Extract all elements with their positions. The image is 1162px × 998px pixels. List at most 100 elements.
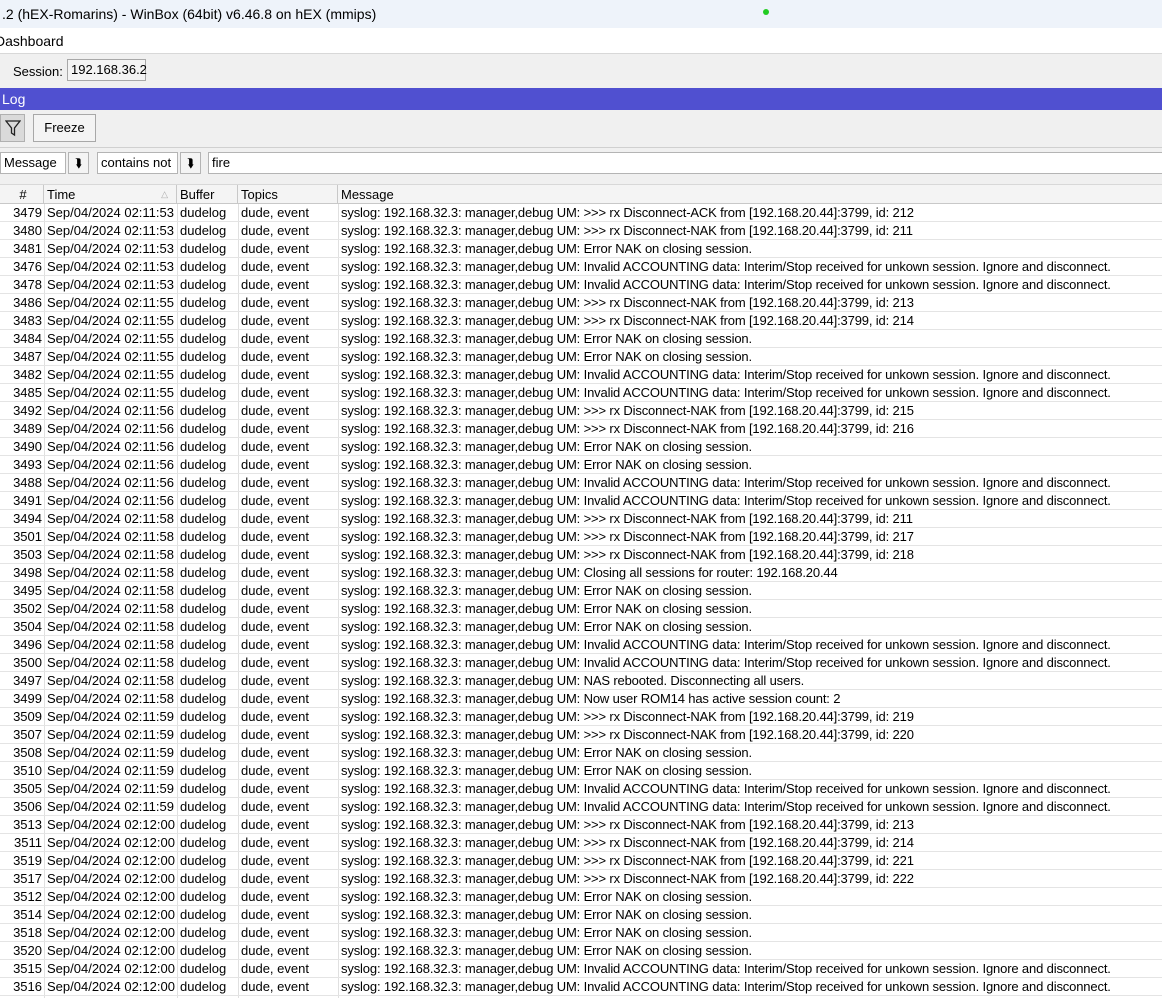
cell-message: syslog: 192.168.32.3: manager,debug UM: … bbox=[341, 961, 1111, 976]
filter-value-input[interactable]: fire bbox=[208, 152, 1162, 174]
table-row[interactable]: 3491 Sep/04/2024 02:11:56 dudelog dude, eve… bbox=[0, 492, 1162, 510]
cell-topics: dude, event bbox=[241, 493, 309, 508]
table-row[interactable]: 3518 Sep/04/2024 02:12:00 dudelog dude, eve… bbox=[0, 924, 1162, 942]
column-header-number[interactable]: # bbox=[0, 185, 44, 204]
column-header-time-label: Time bbox=[47, 187, 76, 202]
table-row[interactable]: 3505 Sep/04/2024 02:11:59 dudelog dude, eve… bbox=[0, 780, 1162, 798]
cell-buffer: dudelog bbox=[180, 691, 227, 706]
cell-buffer: dudelog bbox=[180, 277, 227, 292]
log-window-title: Log bbox=[0, 88, 1162, 110]
table-row[interactable]: 3489 Sep/04/2024 02:11:56 dudelog dude, eve… bbox=[0, 420, 1162, 438]
table-row[interactable]: 3476 Sep/04/2024 02:11:53 dudelog dude, eve… bbox=[0, 258, 1162, 276]
cell-topics: dude, event bbox=[241, 781, 309, 796]
filter-operator-select[interactable]: contains not bbox=[97, 152, 178, 174]
table-row[interactable]: 3483 Sep/04/2024 02:11:55 dudelog dude, eve… bbox=[0, 312, 1162, 330]
table-row[interactable]: 3507 Sep/04/2024 02:11:59 dudelog dude, eve… bbox=[0, 726, 1162, 744]
cell-time: Sep/04/2024 02:11:58 bbox=[47, 655, 174, 670]
table-row[interactable]: 3486 Sep/04/2024 02:11:55 dudelog dude, eve… bbox=[0, 294, 1162, 312]
cell-topics: dude, event bbox=[241, 259, 309, 274]
table-row[interactable]: 3481 Sep/04/2024 02:11:53 dudelog dude, eve… bbox=[0, 240, 1162, 258]
cell-message: syslog: 192.168.32.3: manager,debug UM: … bbox=[341, 403, 914, 418]
filter-operator-dropdown-icon[interactable]: ⮯ bbox=[180, 152, 201, 174]
table-row[interactable]: 3499 Sep/04/2024 02:11:58 dudelog dude, eve… bbox=[0, 690, 1162, 708]
cell-buffer: dudelog bbox=[180, 961, 227, 976]
cell-number: 3505 bbox=[13, 781, 42, 796]
cell-topics: dude, event bbox=[241, 619, 309, 634]
cell-time: Sep/04/2024 02:11:53 bbox=[47, 259, 174, 274]
table-row[interactable]: 3493 Sep/04/2024 02:11:56 dudelog dude, eve… bbox=[0, 456, 1162, 474]
session-field[interactable]: 192.168.36.2 bbox=[67, 59, 147, 81]
cell-number: 3483 bbox=[13, 313, 42, 328]
filter-field-dropdown-icon[interactable]: ⮯ bbox=[68, 152, 89, 174]
cell-message: syslog: 192.168.32.3: manager,debug UM: … bbox=[341, 637, 1111, 652]
table-row[interactable]: 3492 Sep/04/2024 02:11:56 dudelog dude, eve… bbox=[0, 402, 1162, 420]
cell-message: syslog: 192.168.32.3: manager,debug UM: … bbox=[341, 511, 913, 526]
table-row[interactable]: 3490 Sep/04/2024 02:11:56 dudelog dude, eve… bbox=[0, 438, 1162, 456]
column-header-buffer[interactable]: Buffer bbox=[177, 185, 238, 204]
table-row[interactable]: 3517 Sep/04/2024 02:12:00 dudelog dude, eve… bbox=[0, 870, 1162, 888]
cell-number: 3491 bbox=[13, 493, 42, 508]
table-row[interactable]: 3506 Sep/04/2024 02:11:59 dudelog dude, eve… bbox=[0, 798, 1162, 816]
table-row[interactable]: 3498 Sep/04/2024 02:11:58 dudelog dude, eve… bbox=[0, 564, 1162, 582]
cell-buffer: dudelog bbox=[180, 907, 227, 922]
table-row[interactable]: 3484 Sep/04/2024 02:11:55 dudelog dude, eve… bbox=[0, 330, 1162, 348]
table-row[interactable]: 3513 Sep/04/2024 02:12:00 dudelog dude, eve… bbox=[0, 816, 1162, 834]
cell-buffer: dudelog bbox=[180, 367, 227, 382]
cell-topics: dude, event bbox=[241, 871, 309, 886]
cell-topics: dude, event bbox=[241, 547, 309, 562]
table-row[interactable]: 3478 Sep/04/2024 02:11:53 dudelog dude, eve… bbox=[0, 276, 1162, 294]
cell-buffer: dudelog bbox=[180, 853, 227, 868]
cell-time: Sep/04/2024 02:11:59 bbox=[47, 781, 174, 796]
table-row[interactable]: 3512 Sep/04/2024 02:12:00 dudelog dude, eve… bbox=[0, 888, 1162, 906]
cell-topics: dude, event bbox=[241, 961, 309, 976]
table-row[interactable]: 3500 Sep/04/2024 02:11:58 dudelog dude, eve… bbox=[0, 654, 1162, 672]
cell-message: syslog: 192.168.32.3: manager,debug UM: … bbox=[341, 241, 752, 256]
table-row[interactable]: 3487 Sep/04/2024 02:11:55 dudelog dude, eve… bbox=[0, 348, 1162, 366]
table-row[interactable]: 3514 Sep/04/2024 02:12:00 dudelog dude, eve… bbox=[0, 906, 1162, 924]
table-row[interactable]: 3504 Sep/04/2024 02:11:58 dudelog dude, eve… bbox=[0, 618, 1162, 636]
table-row[interactable]: 3519 Sep/04/2024 02:12:00 dudelog dude, eve… bbox=[0, 852, 1162, 870]
table-row[interactable]: 3515 Sep/04/2024 02:12:00 dudelog dude, eve… bbox=[0, 960, 1162, 978]
cell-number: 3496 bbox=[13, 637, 42, 652]
freeze-button[interactable]: Freeze bbox=[33, 114, 96, 142]
cell-buffer: dudelog bbox=[180, 979, 227, 994]
cell-topics: dude, event bbox=[241, 511, 309, 526]
cell-number: 3500 bbox=[13, 655, 42, 670]
cell-message: syslog: 192.168.32.3: manager,debug UM: … bbox=[341, 583, 752, 598]
cell-time: Sep/04/2024 02:11:58 bbox=[47, 691, 174, 706]
table-row[interactable]: 3495 Sep/04/2024 02:11:58 dudelog dude, eve… bbox=[0, 582, 1162, 600]
table-row[interactable]: 3480 Sep/04/2024 02:11:53 dudelog dude, eve… bbox=[0, 222, 1162, 240]
table-row[interactable]: 3520 Sep/04/2024 02:12:00 dudelog dude, eve… bbox=[0, 942, 1162, 960]
cell-time: Sep/04/2024 02:11:59 bbox=[47, 745, 174, 760]
table-row[interactable]: 3482 Sep/04/2024 02:11:55 dudelog dude, eve… bbox=[0, 366, 1162, 384]
cell-number: 3504 bbox=[13, 619, 42, 634]
table-row[interactable]: 3488 Sep/04/2024 02:11:56 dudelog dude, eve… bbox=[0, 474, 1162, 492]
table-row[interactable]: 3508 Sep/04/2024 02:11:59 dudelog dude, eve… bbox=[0, 744, 1162, 762]
cell-time: Sep/04/2024 02:11:56 bbox=[47, 493, 174, 508]
cell-message: syslog: 192.168.32.3: manager,debug UM: … bbox=[341, 943, 752, 958]
table-row[interactable]: 3510 Sep/04/2024 02:11:59 dudelog dude, eve… bbox=[0, 762, 1162, 780]
cell-topics: dude, event bbox=[241, 979, 309, 994]
column-header-time[interactable]: Time △ bbox=[44, 185, 177, 204]
cell-topics: dude, event bbox=[241, 763, 309, 778]
filter-field-select[interactable]: Message bbox=[0, 152, 66, 174]
table-row[interactable]: 3511 Sep/04/2024 02:12:00 dudelog dude, eve… bbox=[0, 834, 1162, 852]
column-header-topics[interactable]: Topics bbox=[238, 185, 338, 204]
filter-toggle-button[interactable] bbox=[0, 114, 25, 142]
column-header-message[interactable]: Message bbox=[338, 185, 1162, 204]
table-row[interactable]: 3485 Sep/04/2024 02:11:55 dudelog dude, eve… bbox=[0, 384, 1162, 402]
table-row[interactable]: 3501 Sep/04/2024 02:11:58 dudelog dude, eve… bbox=[0, 528, 1162, 546]
table-row[interactable]: 3497 Sep/04/2024 02:11:58 dudelog dude, eve… bbox=[0, 672, 1162, 690]
menu-item-dashboard[interactable]: Dashboard bbox=[0, 33, 64, 49]
table-row[interactable]: 3502 Sep/04/2024 02:11:58 dudelog dude, eve… bbox=[0, 600, 1162, 618]
cell-number: 3512 bbox=[13, 889, 42, 904]
table-row[interactable]: 3503 Sep/04/2024 02:11:58 dudelog dude, eve… bbox=[0, 546, 1162, 564]
table-row[interactable]: 3509 Sep/04/2024 02:11:59 dudelog dude, eve… bbox=[0, 708, 1162, 726]
table-row[interactable]: 3496 Sep/04/2024 02:11:58 dudelog dude, eve… bbox=[0, 636, 1162, 654]
table-row[interactable]: 3479 Sep/04/2024 02:11:53 dudelog dude, eve… bbox=[0, 204, 1162, 222]
table-row[interactable]: 3494 Sep/04/2024 02:11:58 dudelog dude, eve… bbox=[0, 510, 1162, 528]
cell-buffer: dudelog bbox=[180, 421, 227, 436]
table-row[interactable]: 3516 Sep/04/2024 02:12:00 dudelog dude, eve… bbox=[0, 978, 1162, 996]
cell-topics: dude, event bbox=[241, 403, 309, 418]
cell-message: syslog: 192.168.32.3: manager,debug UM: … bbox=[341, 709, 914, 724]
